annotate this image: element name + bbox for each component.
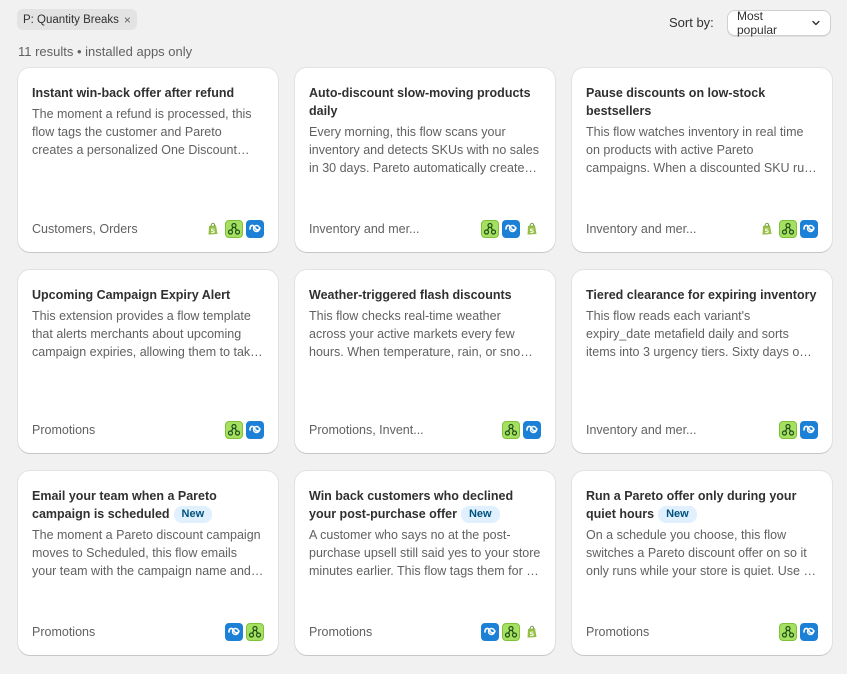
card-category: Promotions, Invent... <box>309 423 424 437</box>
card-category: Promotions <box>586 625 650 639</box>
app-icons: S <box>204 220 264 238</box>
filter-chip-label: P: Quantity Breaks <box>23 13 119 26</box>
flow-icon <box>225 421 243 439</box>
template-card[interactable]: Pause discounts on low-stock bestsellers… <box>572 68 832 252</box>
pareto-icon <box>800 623 818 641</box>
shopify-icon: S <box>758 220 776 238</box>
pareto-icon <box>800 220 818 238</box>
flow-icon <box>481 220 499 238</box>
svg-text:S: S <box>529 227 534 235</box>
shopify-icon: S <box>523 623 541 641</box>
pareto-icon <box>225 623 243 641</box>
card-title: Auto-discount slow-moving products daily <box>309 86 531 118</box>
app-icons <box>502 421 541 439</box>
card-description: This flow reads each variant's expiry_da… <box>586 309 810 359</box>
svg-text:S: S <box>210 227 215 235</box>
sort-select[interactable]: Most popular <box>727 9 831 37</box>
card-description: The moment a refund is processed, this f… <box>32 107 252 157</box>
pareto-icon <box>523 421 541 439</box>
flow-icon <box>502 421 520 439</box>
pareto-icon <box>502 220 520 238</box>
card-category: Inventory and mer... <box>586 222 697 236</box>
shopify-icon: S <box>523 220 541 238</box>
app-icons: S <box>758 220 818 238</box>
template-card[interactable]: Weather-triggered flash discounts This f… <box>295 270 555 453</box>
template-card[interactable]: Tiered clearance for expiring inventory … <box>572 270 832 453</box>
new-badge: New <box>173 506 213 523</box>
card-description: A customer who says no at the post-purch… <box>309 528 541 578</box>
new-badge: New <box>658 506 697 523</box>
card-title: Instant win-back offer after refund <box>32 86 235 100</box>
app-icons: S <box>481 623 541 641</box>
template-card[interactable]: Instant win-back offer after refund The … <box>18 68 278 252</box>
template-card[interactable]: Win back customers who declined your pos… <box>295 471 555 655</box>
filter-chip[interactable]: P: Quantity Breaks × <box>17 9 137 30</box>
flow-icon <box>779 220 797 238</box>
card-title: Run a Pareto offer only during your quie… <box>586 489 797 523</box>
app-icons <box>779 623 818 641</box>
card-description: On a schedule you choose, this flow swit… <box>586 528 810 578</box>
svg-text:S: S <box>764 227 769 235</box>
template-card[interactable]: Auto-discount slow-moving products daily… <box>295 68 555 252</box>
app-icons: S <box>481 220 541 238</box>
pareto-icon <box>246 220 264 238</box>
flow-icon <box>225 220 243 238</box>
card-description: This flow checks real-time weather acros… <box>309 309 530 359</box>
svg-text:S: S <box>529 630 534 638</box>
chevron-down-icon <box>812 20 820 26</box>
new-badge: New <box>460 506 500 523</box>
flow-icon <box>779 623 797 641</box>
card-category: Promotions <box>309 625 373 639</box>
app-icons <box>225 623 264 641</box>
shopify-icon: S <box>204 220 222 238</box>
card-category: Promotions <box>32 423 96 437</box>
pareto-icon <box>800 421 818 439</box>
card-description: Every morning, this flow scans your inve… <box>309 125 539 175</box>
template-card[interactable]: Upcoming Campaign Expiry Alert This exte… <box>18 270 278 453</box>
card-title: Weather-triggered flash discounts <box>309 288 512 302</box>
card-category: Promotions <box>32 625 96 639</box>
pareto-icon <box>246 421 264 439</box>
pareto-icon <box>481 623 499 641</box>
card-description: This extension provides a flow template … <box>32 309 258 359</box>
card-category: Inventory and mer... <box>586 423 697 437</box>
results-count: 11 results • installed apps only <box>18 44 193 59</box>
sort-value: Most popular <box>737 9 778 37</box>
template-card[interactable]: Run a Pareto offer only during your quie… <box>572 471 832 655</box>
card-title: Upcoming Campaign Expiry Alert <box>32 288 231 302</box>
card-title: Pause discounts on low-stock bestsellers <box>586 86 766 118</box>
card-category: Customers, Orders <box>32 222 138 236</box>
flow-icon <box>502 623 520 641</box>
flow-icon <box>246 623 264 641</box>
sort-label: Sort by: <box>669 15 714 30</box>
card-title: Win back customers who declined your pos… <box>309 489 514 523</box>
card-title: Tiered clearance for expiring inventory <box>586 288 817 302</box>
card-title: Email your team when a Pareto campaign i… <box>32 489 217 523</box>
card-category: Inventory and mer... <box>309 222 420 236</box>
card-description: The moment a Pareto discount campaign mo… <box>32 528 261 578</box>
template-card[interactable]: Email your team when a Pareto campaign i… <box>18 471 278 655</box>
card-description: This flow watches inventory in real time… <box>586 125 818 175</box>
app-icons <box>779 421 818 439</box>
close-icon[interactable]: × <box>124 14 131 26</box>
flow-icon <box>779 421 797 439</box>
app-icons <box>225 421 264 439</box>
